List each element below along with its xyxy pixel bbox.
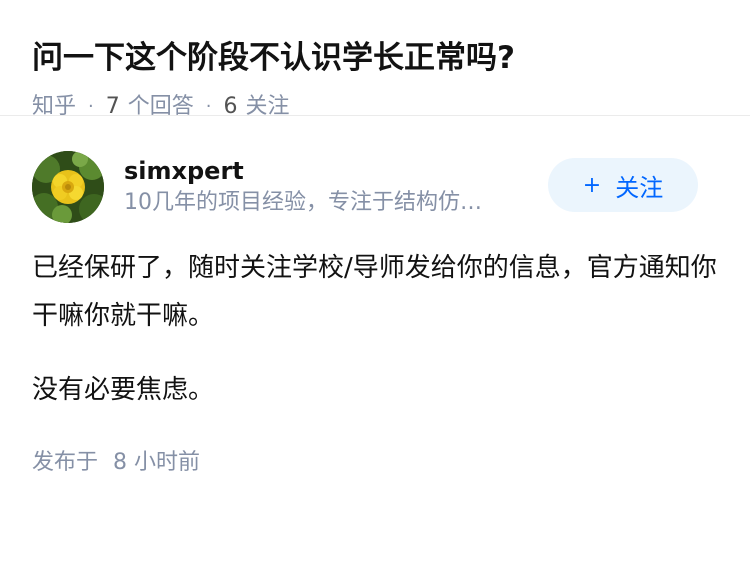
flower-avatar-icon (32, 151, 104, 223)
publish-time-value: 8 小时前 (113, 450, 201, 475)
author-name[interactable]: simxpert (124, 155, 544, 187)
question-header: 问一下这个阶段不认识学长正常吗? 知乎 · 7 个回答 · 6 关注 (0, 0, 750, 119)
follow-button[interactable]: + 关注 (548, 158, 698, 212)
publish-time-label: 发布于 (32, 450, 99, 475)
answers-count: 7 (105, 94, 120, 119)
answer-content[interactable]: 已经保研了，随时关注学校/导师发给你的信息，官方通知你干嘛你就干嘛。 没有必要焦… (32, 244, 718, 414)
source-label[interactable]: 知乎 (32, 92, 76, 122)
avatar[interactable] (32, 151, 104, 223)
question-meta: 知乎 · 7 个回答 · 6 关注 (32, 92, 718, 122)
separator-dot: · (88, 96, 94, 117)
separator-dot: · (205, 96, 212, 117)
followers-label[interactable]: 关注 (246, 92, 290, 122)
author-info: simxpert 10几年的项目经验，专注于结构仿… (124, 155, 544, 219)
answer-paragraph: 没有必要焦虑。 (32, 375, 215, 405)
answers-label[interactable]: 个回答 (128, 92, 194, 122)
followers-count: 6 (223, 94, 238, 119)
plus-icon: + (582, 172, 602, 198)
question-title[interactable]: 问一下这个阶段不认识学长正常吗? (32, 36, 718, 80)
follow-button-label: 关注 (615, 173, 664, 202)
publish-time: 发布于 8 小时前 (32, 448, 718, 478)
author-headline: 10几年的项目经验，专注于结构仿… (124, 190, 482, 215)
author-row: simxpert 10几年的项目经验，专注于结构仿… + 关注 (32, 150, 718, 224)
answer-paragraph: 已经保研了，随时关注学校/导师发给你的信息，官方通知你干嘛你就干嘛。 (32, 253, 717, 331)
answer-card: simxpert 10几年的项目经验，专注于结构仿… + 关注 已经保研了，随时… (0, 150, 750, 478)
